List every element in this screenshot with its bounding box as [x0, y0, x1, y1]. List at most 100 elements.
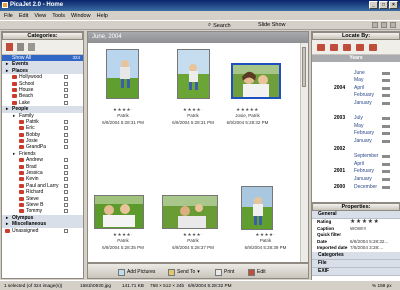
locate-category-icon[interactable] [330, 43, 338, 51]
category-checkbox[interactable] [64, 119, 68, 124]
menu-tools[interactable]: Tools [52, 13, 65, 19]
thumbnail-5[interactable] [158, 143, 228, 243]
timeline-row[interactable]: 2004 April [312, 85, 400, 93]
properties-section-general[interactable]: General [312, 211, 400, 219]
photo-father-son[interactable] [162, 195, 218, 229]
timeline-month[interactable]: February [354, 168, 374, 176]
locate-calendar-icon[interactable] [317, 43, 325, 51]
timeline-row[interactable]: May [312, 77, 400, 85]
timeline-month[interactable]: January [354, 176, 372, 184]
slideshow-button[interactable]: Slide Show [258, 22, 286, 29]
send-to-button[interactable]: Send To ▾ [168, 267, 200, 277]
menu-view[interactable]: View [34, 13, 46, 19]
edit-button[interactable]: Edit [248, 267, 266, 277]
timeline-year[interactable]: 2000 [334, 184, 345, 192]
category-item[interactable]: Unassigned [2, 228, 83, 234]
category-checkbox[interactable] [64, 94, 68, 99]
add-pictures-button[interactable]: Add Pictures [118, 267, 155, 277]
timeline-month[interactable]: February [354, 92, 374, 100]
view-mode-icon[interactable] [381, 22, 387, 28]
category-checkbox[interactable] [64, 171, 68, 176]
print-button[interactable]: Print [215, 267, 234, 277]
photo-family-grass[interactable] [94, 195, 144, 229]
gallery-scrollbar[interactable] [300, 43, 308, 262]
category-checkbox[interactable] [64, 81, 68, 86]
timeline-row[interactable]: 2000 December [312, 184, 400, 192]
timeline-row[interactable]: 2003 July [312, 115, 400, 123]
timeline-year[interactable]: 2004 [334, 85, 345, 93]
timeline-month[interactable]: September [354, 153, 378, 161]
timeline-month[interactable]: January [354, 138, 372, 146]
category-checkbox[interactable] [64, 100, 68, 105]
search-button[interactable]: ⌕ Search [208, 22, 231, 29]
delete-category-icon[interactable] [28, 43, 35, 51]
category-checkbox[interactable] [64, 158, 68, 163]
menu-window[interactable]: Window [71, 13, 91, 19]
timeline-row[interactable]: February [312, 92, 400, 100]
property-value[interactable]: 7/5/2004 3:28:... [350, 245, 383, 252]
category-checkbox[interactable] [64, 190, 68, 195]
timeline-month[interactable]: December [354, 184, 377, 192]
timeline-month[interactable]: February [354, 130, 374, 138]
category-checkbox[interactable] [64, 177, 68, 182]
category-checkbox[interactable] [64, 202, 68, 207]
timeline-row[interactable]: May [312, 123, 400, 131]
timeline-row[interactable]: January [312, 176, 400, 184]
category-checkbox[interactable] [64, 87, 68, 92]
timeline-row[interactable] [312, 62, 400, 70]
timeline-month[interactable]: July [354, 115, 363, 123]
timeline-row[interactable]: June [312, 70, 400, 78]
category-checkbox[interactable] [64, 196, 68, 201]
timeline-row[interactable]: April [312, 161, 400, 169]
thumb-size-icon[interactable] [372, 22, 378, 28]
timeline-row[interactable]: January [312, 100, 400, 108]
category-checkbox[interactable] [64, 228, 68, 233]
timeline-row[interactable]: January [312, 138, 400, 146]
scrollbar-thumb[interactable] [302, 47, 306, 87]
thumbnail-1[interactable]: ★★★★· Patrik 6/9/2004 5:28:31 PM [88, 43, 158, 143]
thumbnail-3-selected[interactable]: ★★★★★ Josie, Patrik 6/9/2004 5:28:32 PM [227, 43, 303, 143]
photo-boy-standing[interactable] [241, 186, 273, 230]
properties-section[interactable]: Categories [312, 251, 400, 260]
timeline-row[interactable] [312, 108, 400, 116]
category-checkbox[interactable] [64, 164, 68, 169]
category-checkbox[interactable] [64, 145, 68, 150]
category-checkbox[interactable] [64, 183, 68, 188]
timeline-month[interactable]: May [354, 123, 363, 131]
timeline-month[interactable]: April [354, 85, 364, 93]
thumbnail-6[interactable] [228, 143, 303, 243]
timeline-month[interactable]: April [354, 161, 364, 169]
timeline-row[interactable]: February [312, 130, 400, 138]
edit-category-icon[interactable] [17, 43, 24, 51]
photo-boy-running[interactable] [106, 49, 139, 99]
locate-folder-icon[interactable] [343, 43, 351, 51]
menu-file[interactable]: File [4, 13, 13, 19]
category-checkbox[interactable] [64, 75, 68, 80]
new-category-icon[interactable] [6, 43, 13, 51]
category-checkbox[interactable] [64, 126, 68, 131]
timeline-year[interactable]: 2002 [334, 146, 345, 154]
category-checkbox[interactable] [64, 209, 68, 214]
minimize-button[interactable]: _ [369, 1, 378, 9]
properties-section[interactable]: File [312, 259, 400, 268]
properties-section[interactable]: EXIF [312, 267, 400, 276]
maximize-button[interactable]: □ [379, 1, 388, 9]
locate-rating-icon[interactable] [356, 43, 364, 51]
timeline-month[interactable]: May [354, 77, 363, 85]
close-button[interactable]: × [389, 1, 398, 9]
locate-search-icon[interactable] [369, 43, 377, 51]
thumbnail-4[interactable] [88, 143, 158, 243]
menu-help[interactable]: Help [97, 13, 108, 19]
timeline-year[interactable]: 2001 [334, 168, 345, 176]
timeline-year[interactable]: 2003 [334, 115, 345, 123]
timeline-row[interactable]: 2002 [312, 146, 400, 154]
photo-mother-son[interactable] [231, 63, 281, 99]
timeline-month[interactable]: June [354, 70, 365, 78]
options-icon[interactable] [390, 22, 396, 28]
category-checkbox[interactable] [64, 139, 68, 144]
photo-boy-field[interactable] [177, 49, 210, 99]
timeline-month[interactable]: January [354, 100, 372, 108]
menu-edit[interactable]: Edit [19, 13, 28, 19]
category-checkbox[interactable] [64, 132, 68, 137]
timeline-row[interactable]: 2001 February [312, 168, 400, 176]
